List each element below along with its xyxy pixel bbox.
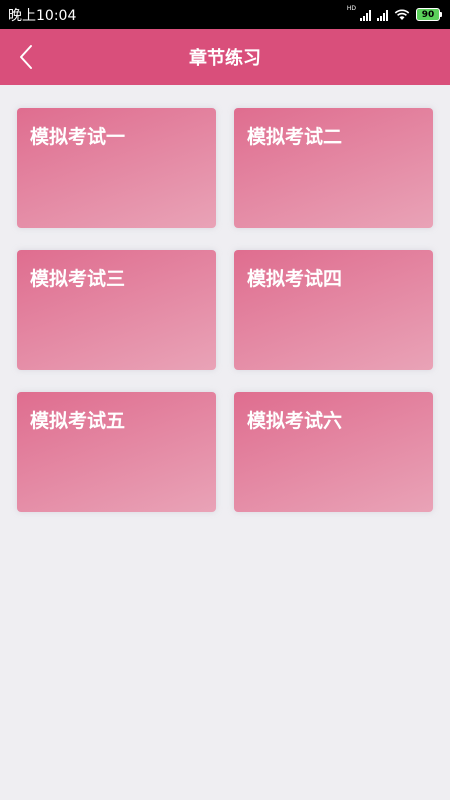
exam-grid: 模拟考试一 模拟考试二 模拟考试三 模拟考试四 模拟考试五 模拟考试六 (17, 108, 433, 512)
chevron-left-icon (20, 45, 32, 69)
battery-icon: 90 (416, 8, 442, 21)
exam-card-4[interactable]: 模拟考试四 (234, 250, 433, 370)
exam-card-label: 模拟考试四 (247, 268, 343, 290)
signal-icon-2 (377, 9, 388, 21)
exam-card-label: 模拟考试三 (30, 268, 126, 290)
wifi-icon (394, 8, 410, 20)
exam-card-label: 模拟考试一 (30, 126, 126, 148)
hd-label: HD (346, 5, 356, 12)
exam-card-5[interactable]: 模拟考试五 (17, 392, 216, 512)
back-button[interactable] (10, 39, 42, 75)
signal-icon (360, 9, 371, 21)
exam-card-label: 模拟考试五 (30, 410, 126, 432)
battery-level: 90 (421, 9, 435, 20)
exam-card-2[interactable]: 模拟考试二 (234, 108, 433, 228)
header-bar: 章节练习 (0, 29, 450, 85)
exam-card-1[interactable]: 模拟考试一 (17, 108, 216, 228)
exam-card-label: 模拟考试二 (247, 126, 343, 148)
status-icons: HD 90 (346, 5, 442, 21)
exam-card-3[interactable]: 模拟考试三 (17, 250, 216, 370)
exam-card-label: 模拟考试六 (247, 410, 343, 432)
status-bar: 晚上10:04 HD 90 (0, 0, 450, 29)
exam-card-6[interactable]: 模拟考试六 (234, 392, 433, 512)
status-time: 晚上10:04 (8, 7, 77, 24)
page-title: 章节练习 (189, 48, 261, 69)
